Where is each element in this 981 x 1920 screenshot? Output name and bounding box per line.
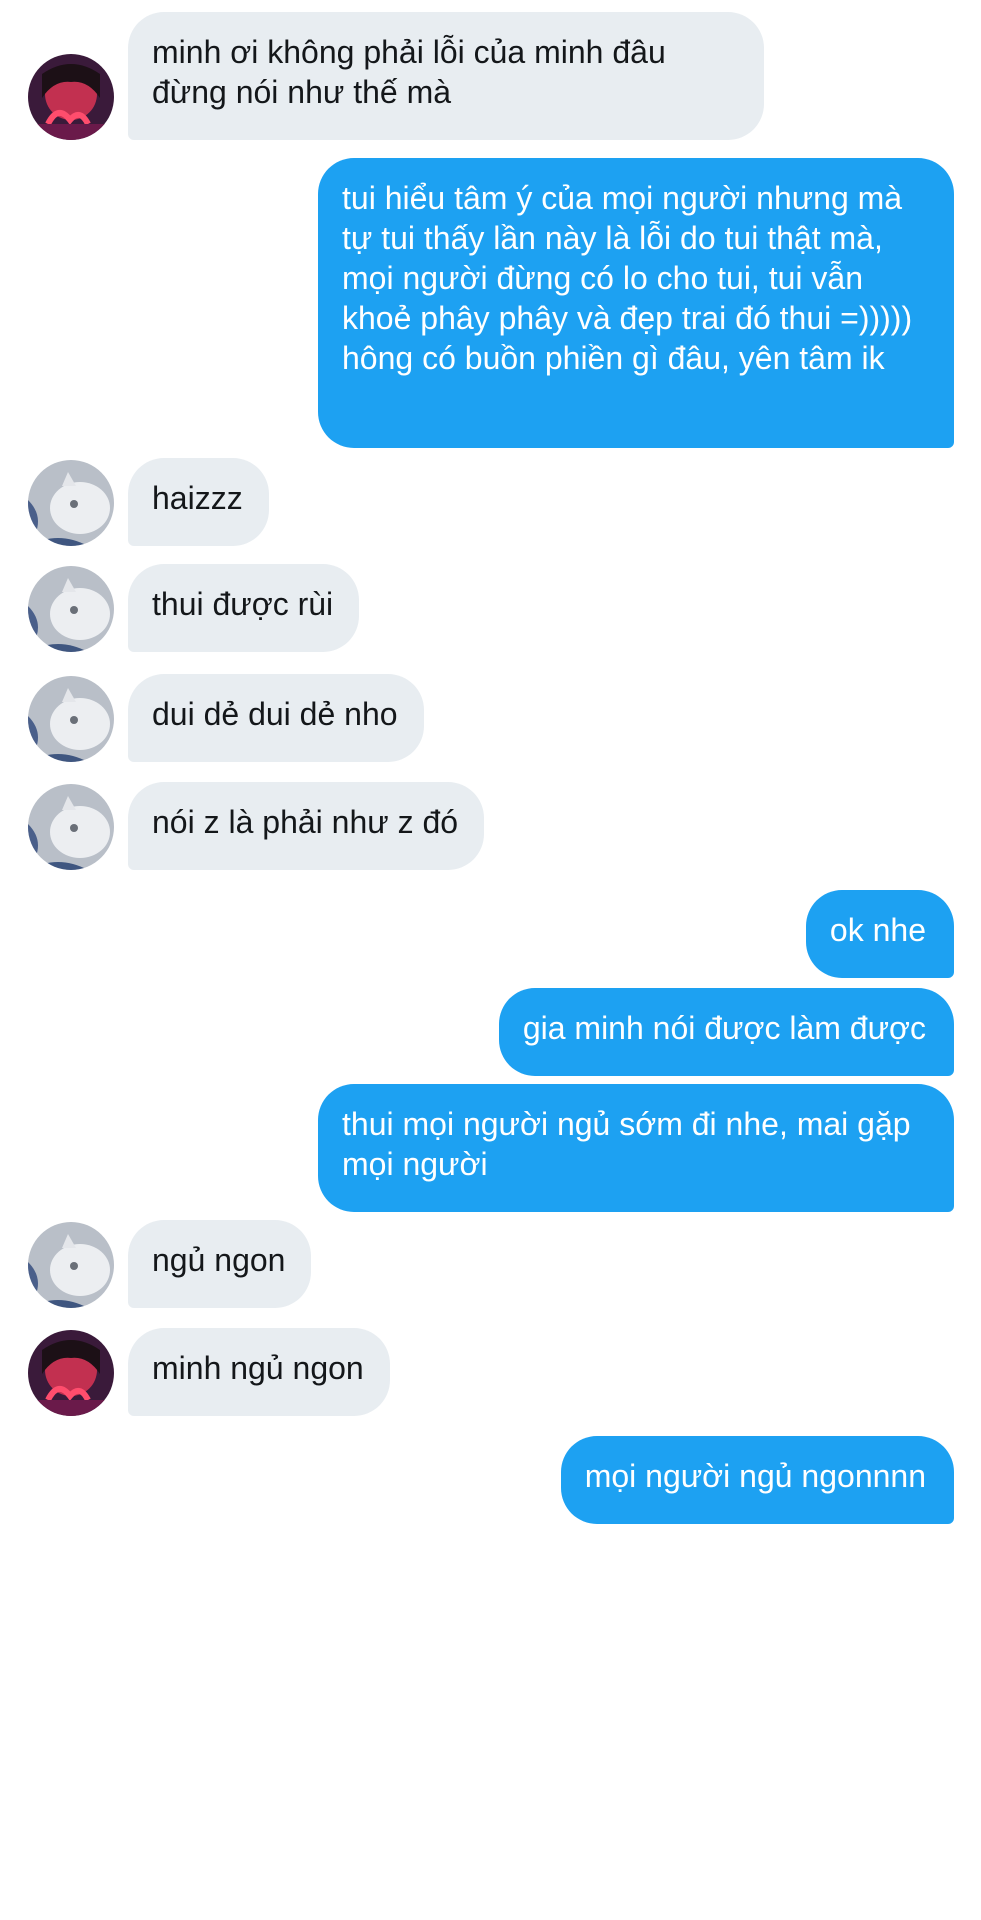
girl-avatar-icon[interactable] [28, 1330, 114, 1416]
incoming-message-bubble[interactable]: thui được rùi [128, 564, 360, 652]
outgoing-message-bubble[interactable]: tui hiểu tâm ý của mọi người nhưng mà tự… [318, 158, 954, 448]
cat-avatar-icon[interactable] [28, 784, 114, 870]
outgoing-message-bubble[interactable]: gia minh nói được làm được [498, 988, 954, 1076]
incoming-message-bubble[interactable]: nói z là phải như z đó [128, 782, 485, 870]
message-text-line-1: minh ơi không phải lỗi của minh đâu [152, 34, 666, 70]
cat-avatar-icon[interactable] [28, 1222, 114, 1308]
girl-avatar-icon[interactable] [28, 54, 114, 140]
outgoing-message-bubble[interactable]: mọi người ngủ ngonnnn [560, 1436, 954, 1524]
incoming-message-bubble[interactable]: minh ơi không phải lỗi của minh đâu đừng… [128, 12, 764, 140]
cat-avatar-icon[interactable] [28, 460, 114, 546]
message-text-line-2: đừng nói như thế mà [152, 74, 452, 110]
incoming-message-bubble[interactable]: minh ngủ ngon [128, 1328, 390, 1416]
outgoing-message-bubble[interactable]: thui mọi người ngủ sớm đi nhe, mai gặp m… [318, 1084, 954, 1212]
incoming-message-bubble[interactable]: haizzz [128, 458, 269, 546]
cat-avatar-icon[interactable] [28, 566, 114, 652]
incoming-message-bubble[interactable]: dui dẻ dui dẻ nho [128, 674, 424, 762]
incoming-message-bubble[interactable]: ngủ ngon [128, 1220, 312, 1308]
cat-avatar-icon[interactable] [28, 676, 114, 762]
outgoing-message-bubble[interactable]: ok nhe [805, 890, 954, 978]
